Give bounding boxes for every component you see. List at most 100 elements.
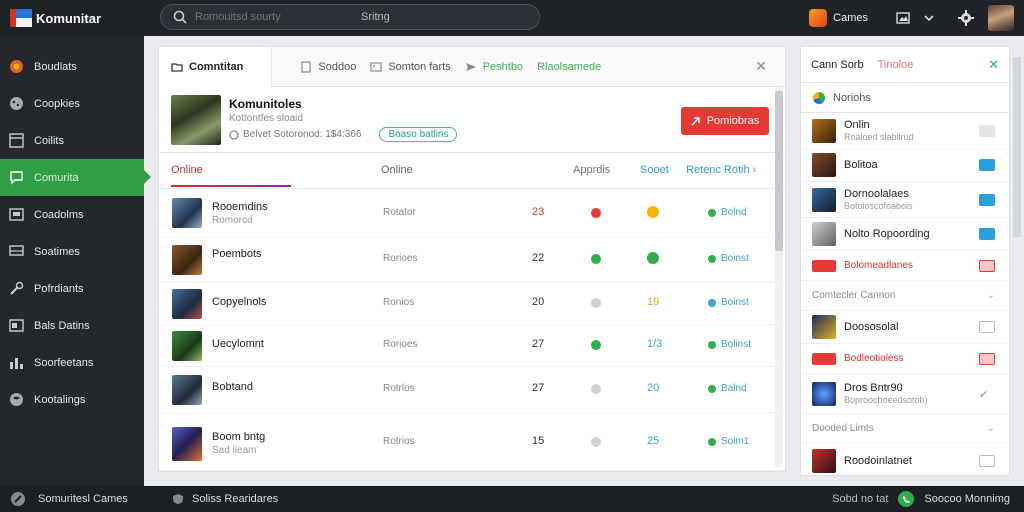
sidebar-item-7[interactable]: Bals Datins bbox=[0, 307, 144, 344]
search-bar[interactable]: Sritng bbox=[160, 4, 540, 30]
table-row[interactable]: Uecylomnt Rorioes 27 1/3 Bolinst bbox=[159, 325, 785, 367]
table-row[interactable]: Rooemdins Romorcd Rotator 23 Bolnd bbox=[159, 189, 785, 237]
sidebar-item-label: Bals Datins bbox=[34, 319, 90, 332]
search-filter[interactable]: Sritng bbox=[361, 11, 390, 23]
sidebar-item-1[interactable]: Coopkies bbox=[0, 85, 144, 122]
list-item[interactable]: Dornoolalaes Botoioscofoabols bbox=[801, 182, 1009, 218]
cookie-icon bbox=[9, 96, 24, 111]
row-thumbnail bbox=[172, 375, 202, 405]
item-badge[interactable] bbox=[979, 352, 995, 365]
list-item[interactable]: Doososolal bbox=[801, 311, 1009, 344]
right-tab-1[interactable]: Cann Sorb bbox=[811, 59, 864, 71]
scrollbar[interactable] bbox=[775, 87, 783, 467]
chevron-down-icon[interactable] bbox=[924, 13, 934, 23]
row-count: 27 bbox=[532, 338, 545, 350]
tab-0[interactable]: Comntitan bbox=[159, 46, 273, 87]
folder-icon bbox=[171, 62, 183, 72]
close-icon[interactable]: ✕ bbox=[755, 58, 767, 75]
item-badge[interactable] bbox=[979, 193, 995, 206]
online-dot bbox=[708, 437, 716, 446]
list-item[interactable]: Bolomeadlanes bbox=[801, 251, 1009, 281]
table-row[interactable]: Copyelnols Ronios 20 19 Boinst bbox=[159, 283, 785, 325]
sidebar-item-2[interactable]: Coilits bbox=[0, 122, 144, 159]
tab-4[interactable]: Rlaolsamede bbox=[537, 61, 601, 73]
sidebar-item-5[interactable]: Soatimes bbox=[0, 233, 144, 270]
tab-3[interactable]: Peshtbo bbox=[465, 61, 523, 73]
section-header[interactable]: Dooded Limts ⌄ bbox=[801, 414, 1009, 444]
bottom-left-label: Somuritesl Cames bbox=[38, 493, 128, 505]
col-approx[interactable]: Apprdis bbox=[573, 164, 610, 176]
row-value: 25 bbox=[647, 435, 660, 447]
pin-icon[interactable]: ✔ bbox=[979, 388, 995, 401]
item-badge[interactable] bbox=[979, 228, 995, 240]
picture-icon[interactable] bbox=[896, 11, 910, 25]
sidebar-item-8[interactable]: Soorfeetans bbox=[0, 344, 144, 381]
bottom-mid[interactable]: Soliss Rearidares bbox=[172, 493, 278, 505]
expand-icon[interactable]: ✕ bbox=[988, 57, 999, 73]
row-action[interactable]: Bolinst bbox=[708, 339, 751, 350]
col-sort[interactable]: Sooet bbox=[640, 164, 669, 176]
item-text: Onlin Roaloed slabilrud bbox=[844, 119, 914, 142]
sidebar-item-6[interactable]: Pofrdiants bbox=[0, 270, 144, 307]
phone-icon[interactable] bbox=[898, 491, 915, 507]
profile-meta: Belvet Sotoronod: 1$4:366 Boaso batlins bbox=[229, 127, 458, 142]
col-ret[interactable]: Retenc Rotih › bbox=[686, 164, 756, 176]
sidebar-item-0[interactable]: Boudlats bbox=[0, 48, 144, 85]
item-badge[interactable] bbox=[979, 321, 995, 333]
primary-action-button[interactable]: Pomiobras bbox=[681, 107, 769, 135]
item-badge[interactable] bbox=[979, 259, 995, 272]
bottom-right-label-1[interactable]: Sobd no tat bbox=[832, 493, 888, 505]
row-action[interactable]: Balnd bbox=[708, 383, 747, 394]
right-scrollbar[interactable] bbox=[1013, 57, 1021, 237]
row-action-label: Boinst bbox=[721, 297, 749, 308]
tab-1[interactable]: Soddoo bbox=[300, 61, 356, 73]
scrollbar-thumb[interactable] bbox=[775, 91, 783, 251]
games-icon[interactable] bbox=[809, 9, 828, 27]
gear-icon[interactable] bbox=[958, 10, 974, 26]
window-icon bbox=[9, 207, 24, 222]
search-input[interactable] bbox=[195, 11, 355, 23]
sidebar-item-9[interactable]: Kootalings bbox=[0, 381, 144, 418]
bottom-right-label-2[interactable]: Soocoo Monnimg bbox=[924, 493, 1010, 505]
app-logo[interactable]: Komunitar bbox=[10, 9, 150, 27]
bottom-right: Sobd no tat Soocoo Monnimg bbox=[832, 486, 1010, 512]
table-row[interactable]: Poembots Rorioes 22 Boinst bbox=[159, 237, 785, 283]
item-name: Bodleotioless bbox=[844, 353, 904, 364]
table-row[interactable]: Bobtand Rotrlos 27 20 Balnd bbox=[159, 367, 785, 413]
online-dot bbox=[708, 384, 716, 393]
col-status[interactable]: Online bbox=[381, 164, 413, 176]
row-action[interactable]: Boinst bbox=[708, 253, 749, 264]
chevron-down-icon[interactable]: ⌄ bbox=[987, 423, 995, 434]
item-badge[interactable] bbox=[979, 454, 995, 467]
list-item[interactable]: Bolitoa bbox=[801, 149, 1009, 182]
item-text: Dornoolalaes Botoioscofoabols bbox=[844, 188, 913, 211]
sidebar-item-3[interactable]: Comurita bbox=[0, 159, 151, 196]
list-item[interactable]: Bodleotioless bbox=[801, 344, 1009, 374]
profile-header: Komunitoles Kottontfes sloaid Belvet Sot… bbox=[159, 87, 785, 153]
list-item[interactable]: Dros Bntr90 Boproocboeedsotob) ✔ bbox=[801, 374, 1009, 414]
item-thumbnail bbox=[812, 448, 836, 473]
list-item[interactable]: Roodoinlatnet bbox=[801, 444, 1009, 477]
row-action[interactable]: Boinst bbox=[708, 297, 749, 308]
sidebar-item-label: Soatimes bbox=[34, 245, 80, 258]
profile-subtitle: Kottontfes sloaid bbox=[229, 113, 303, 124]
user-avatar[interactable] bbox=[988, 5, 1014, 31]
row-action[interactable]: Solm1 bbox=[708, 436, 749, 447]
item-badge[interactable] bbox=[979, 124, 995, 137]
list-item[interactable]: Onlin Roaloed slabilrud bbox=[801, 113, 1009, 149]
chevron-down-icon[interactable]: ⌄ bbox=[987, 290, 995, 301]
col-name[interactable]: Online bbox=[171, 164, 203, 176]
row-action[interactable]: Bolnd bbox=[708, 207, 747, 218]
item-badge[interactable] bbox=[979, 159, 995, 171]
bottom-left[interactable]: Somuritesl Cames bbox=[10, 491, 160, 507]
right-tab-2[interactable]: Tinoloe bbox=[878, 59, 914, 71]
right-subheader: Noriohs bbox=[801, 83, 1009, 113]
sidebar-item-4[interactable]: Coadolms bbox=[0, 196, 144, 233]
main-panel: Comntitan Soddoo Somton farts Peshtbo Rl… bbox=[158, 46, 786, 472]
profile-badge[interactable]: Boaso batlins bbox=[379, 127, 458, 142]
tab-2[interactable]: Somton farts bbox=[370, 61, 451, 73]
list-item[interactable]: Nolto Ropoording bbox=[801, 218, 1009, 251]
section-header[interactable]: Comtecler Cannon ⌄ bbox=[801, 281, 1009, 311]
games-label[interactable]: Cames bbox=[833, 12, 868, 24]
table-row[interactable]: Boom bntg Sad lieam Rotrios 15 25 Solm1 bbox=[159, 413, 785, 471]
